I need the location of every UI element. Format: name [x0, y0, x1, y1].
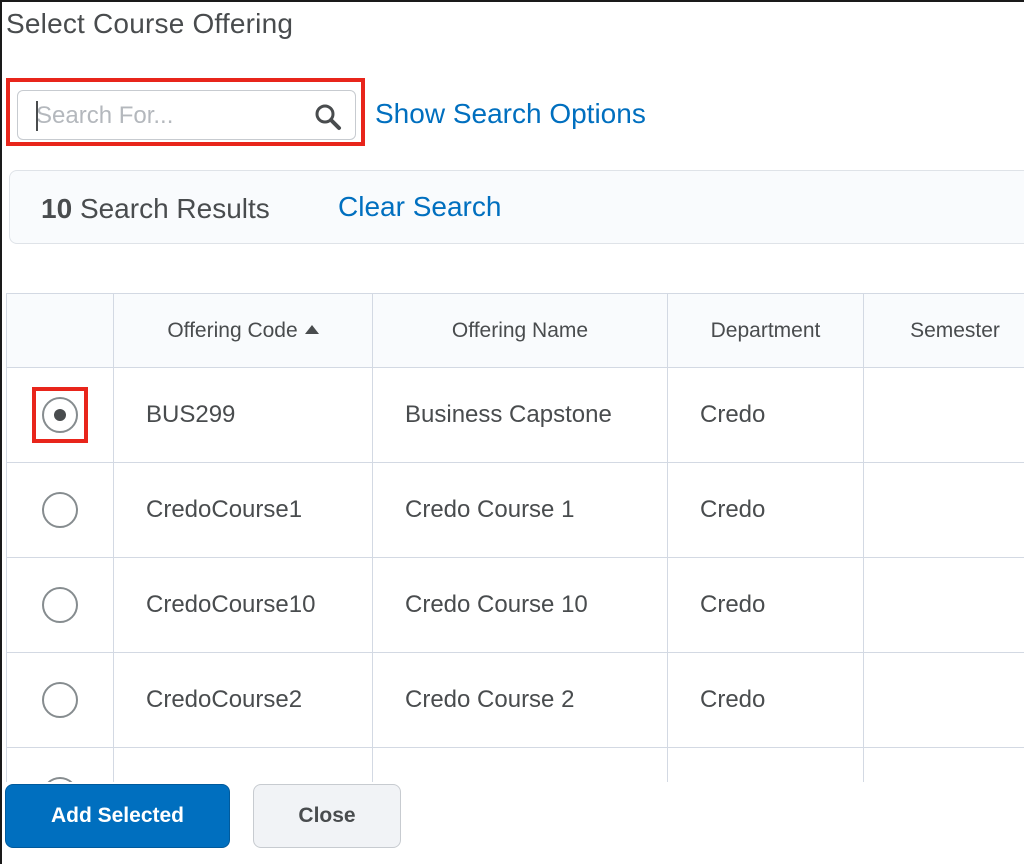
- semester-cell: [863, 652, 1024, 748]
- offering-code-cell: CredoCourse2: [113, 652, 373, 748]
- header-semester-label: Semester: [910, 318, 1000, 342]
- department-cell: Credo: [667, 367, 864, 463]
- header-offering-code-label: Offering Code: [167, 318, 298, 342]
- row-select-cell: [6, 652, 114, 748]
- offering-code-cell: CredoCourse1: [113, 462, 373, 558]
- offering-code-cell: [113, 747, 373, 783]
- header-select: [6, 293, 114, 368]
- search-field[interactable]: [17, 90, 356, 140]
- sort-ascending-icon: [304, 324, 319, 334]
- header-department[interactable]: Department: [667, 293, 864, 368]
- header-offering-code[interactable]: Offering Code: [113, 293, 373, 368]
- table-row[interactable]: BUS299 Business Capstone Credo: [6, 367, 1024, 463]
- row-select-cell: [6, 557, 114, 653]
- header-offering-name[interactable]: Offering Name: [372, 293, 668, 368]
- results-count-number: 10: [41, 193, 73, 224]
- search-icon[interactable]: [314, 103, 342, 131]
- department-cell: Credo: [667, 652, 864, 748]
- offering-name-cell: Business Capstone: [372, 367, 668, 463]
- clear-search-link[interactable]: Clear Search: [338, 191, 501, 223]
- row-radio-button[interactable]: [42, 587, 78, 623]
- offering-name-cell: Credo Course 1: [372, 462, 668, 558]
- semester-cell: [863, 367, 1024, 463]
- table-header-row: Offering Code Offering Name Department S…: [6, 293, 1024, 368]
- row-radio-button[interactable]: [42, 397, 78, 433]
- select-course-offering-dialog: Select Course Offering Show Search Optio…: [0, 0, 1024, 864]
- header-department-label: Department: [710, 318, 821, 342]
- offering-name-cell: Credo Course 10: [372, 557, 668, 653]
- offering-name-cell: [372, 747, 668, 783]
- results-table-container[interactable]: Offering Code Offering Name Department S…: [6, 293, 1024, 783]
- header-semester[interactable]: Semester: [863, 293, 1024, 368]
- radio-highlight-box: [32, 387, 88, 443]
- search-input[interactable]: [36, 101, 306, 131]
- semester-cell: [863, 557, 1024, 653]
- row-radio-button[interactable]: [42, 682, 78, 718]
- text-caret: [36, 101, 38, 131]
- results-count-label: Search Results: [79, 193, 270, 224]
- table-row[interactable]: [6, 747, 1024, 783]
- department-cell: [667, 747, 864, 783]
- add-selected-button[interactable]: Add Selected: [5, 784, 230, 848]
- show-search-options-link[interactable]: Show Search Options: [375, 98, 646, 130]
- row-select-cell: [6, 367, 114, 463]
- search-results-bar: 10 Search Results Clear Search: [9, 170, 1024, 244]
- row-select-cell: [6, 462, 114, 558]
- offering-code-cell: BUS299: [113, 367, 373, 463]
- row-radio-button[interactable]: [42, 492, 78, 528]
- close-button[interactable]: Close: [253, 784, 401, 848]
- results-table: Offering Code Offering Name Department S…: [6, 293, 1024, 783]
- row-select-cell: [6, 747, 114, 783]
- results-count: 10 Search Results: [41, 193, 270, 225]
- table-row[interactable]: CredoCourse10 Credo Course 10 Credo: [6, 557, 1024, 653]
- semester-cell: [863, 747, 1024, 783]
- table-row[interactable]: CredoCourse2 Credo Course 2 Credo: [6, 652, 1024, 748]
- offering-name-cell: Credo Course 2: [372, 652, 668, 748]
- dialog-title: Select Course Offering: [6, 8, 294, 39]
- table-row[interactable]: CredoCourse1 Credo Course 1 Credo: [6, 462, 1024, 558]
- department-cell: Credo: [667, 462, 864, 558]
- header-offering-name-label: Offering Name: [451, 318, 589, 342]
- offering-code-cell: CredoCourse10: [113, 557, 373, 653]
- dialog-footer: Add Selected Close: [2, 782, 1024, 864]
- department-cell: Credo: [667, 557, 864, 653]
- semester-cell: [863, 462, 1024, 558]
